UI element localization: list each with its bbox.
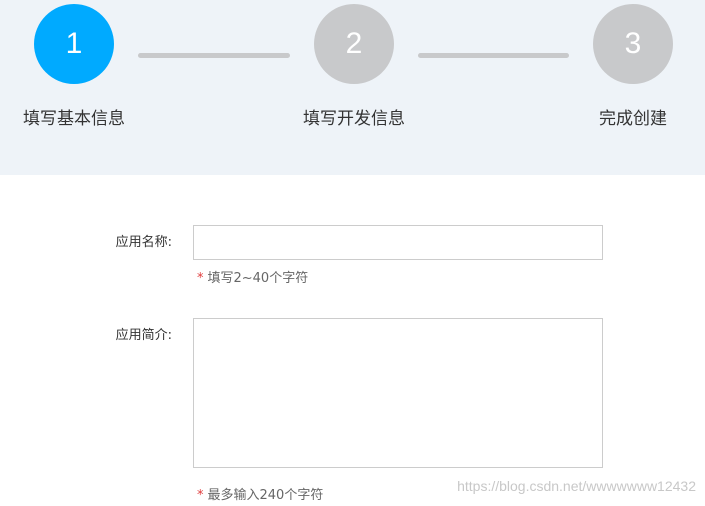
app-intro-hint-text: 最多输入240个字符 [207, 488, 324, 503]
step-2-circle: 2 [314, 4, 394, 84]
step-3-circle: 3 [593, 4, 673, 84]
progress-stepper: 1 2 3 填写基本信息 填写开发信息 完成创建 [0, 0, 705, 175]
app-intro-hint: * 最多输入240个字符 [197, 487, 323, 505]
step-2-number: 2 [345, 27, 363, 60]
required-mark: * [197, 488, 204, 503]
app-intro-label: 应用简介: [115, 328, 172, 343]
step-3-number: 3 [624, 27, 642, 60]
required-mark: * [197, 271, 204, 286]
app-name-label: 应用名称: [115, 235, 172, 250]
app-intro-textarea[interactable] [193, 318, 603, 468]
step-1-label: 填写基本信息 [23, 109, 125, 129]
step-connector-1 [138, 53, 290, 58]
step-1-number: 1 [65, 27, 83, 60]
app-name-hint-text: 填写2~40个字符 [207, 271, 309, 286]
step-3-label: 完成创建 [599, 109, 667, 129]
app-name-hint: * 填写2~40个字符 [197, 270, 308, 288]
step-2-label: 填写开发信息 [303, 109, 405, 129]
step-1-circle: 1 [34, 4, 114, 84]
watermark: https://blog.csdn.net/wwwwwww12432 [457, 478, 696, 494]
app-name-input[interactable] [193, 225, 603, 260]
step-connector-2 [418, 53, 569, 58]
